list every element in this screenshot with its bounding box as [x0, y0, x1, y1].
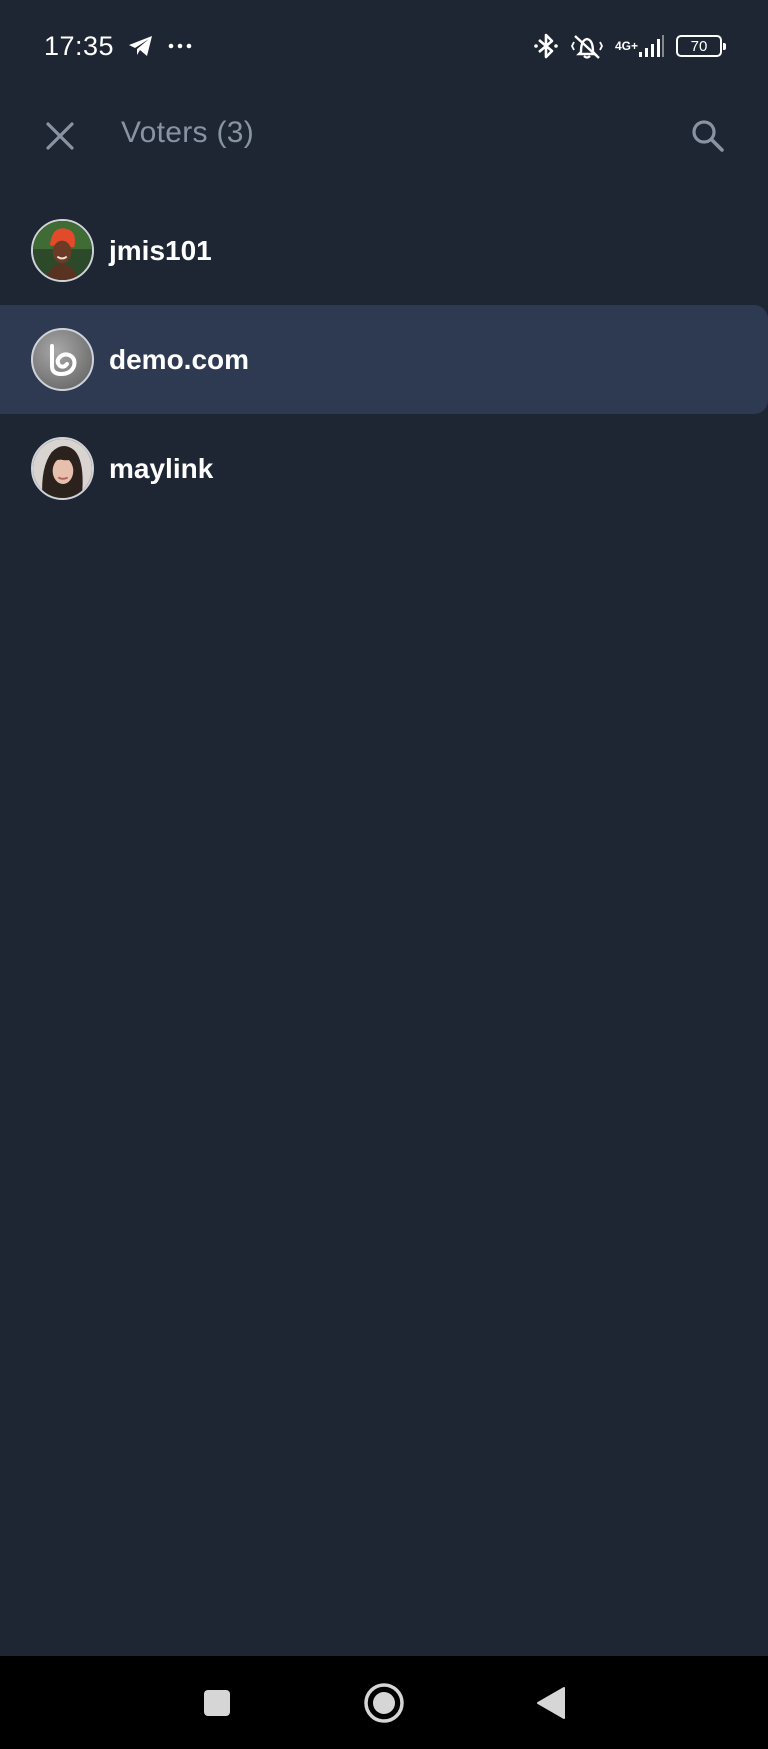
network-type-label: 4G+ — [614, 39, 638, 53]
status-right: 4G+ 70 — [533, 32, 726, 60]
voter-list: jmis101 demo.com maylink — [0, 196, 768, 523]
bluetooth-icon — [533, 32, 559, 60]
logo-avatar — [49, 343, 76, 376]
voter-name: jmis101 — [109, 234, 212, 266]
avatar[interactable] — [31, 437, 94, 500]
photo-avatar-portrait — [33, 439, 92, 498]
avatar[interactable] — [31, 328, 94, 391]
close-icon — [46, 122, 74, 150]
battery-icon: 70 — [676, 35, 726, 57]
home-circle-icon — [364, 1683, 404, 1723]
voters-screen: 17:35 4G+ 70 Voters (3) jmis101 demo.com… — [0, 0, 768, 1749]
signal-icon: 4G+ — [615, 34, 664, 58]
photo-avatar-red-headwrap — [33, 221, 92, 280]
close-button[interactable] — [36, 112, 84, 160]
status-left: 17:35 — [44, 31, 192, 62]
header-bar: Voters (3) — [0, 92, 768, 180]
recents-button[interactable] — [192, 1678, 242, 1728]
voter-row-maylink[interactable]: maylink — [0, 414, 768, 523]
battery-level: 70 — [690, 37, 708, 55]
voter-name: maylink — [109, 452, 214, 484]
status-bar: 17:35 4G+ 70 — [0, 0, 768, 92]
voter-row-jmis101[interactable]: jmis101 — [0, 196, 768, 305]
more-dots-icon — [168, 42, 192, 50]
telegram-icon — [128, 34, 154, 58]
home-button[interactable] — [359, 1678, 409, 1728]
search-icon — [692, 120, 724, 152]
search-button[interactable] — [684, 112, 732, 160]
back-triangle-icon — [537, 1687, 565, 1719]
system-nav-bar — [0, 1656, 768, 1749]
page-title: Voters (3) — [121, 116, 255, 149]
status-time: 17:35 — [44, 30, 115, 61]
voter-name: demo.com — [109, 343, 250, 375]
voter-row-demo-com[interactable]: demo.com — [0, 305, 768, 414]
vibrate-silent-icon — [570, 32, 603, 60]
back-button[interactable] — [526, 1678, 576, 1728]
recents-square-icon — [204, 1690, 230, 1716]
avatar[interactable] — [31, 219, 94, 282]
